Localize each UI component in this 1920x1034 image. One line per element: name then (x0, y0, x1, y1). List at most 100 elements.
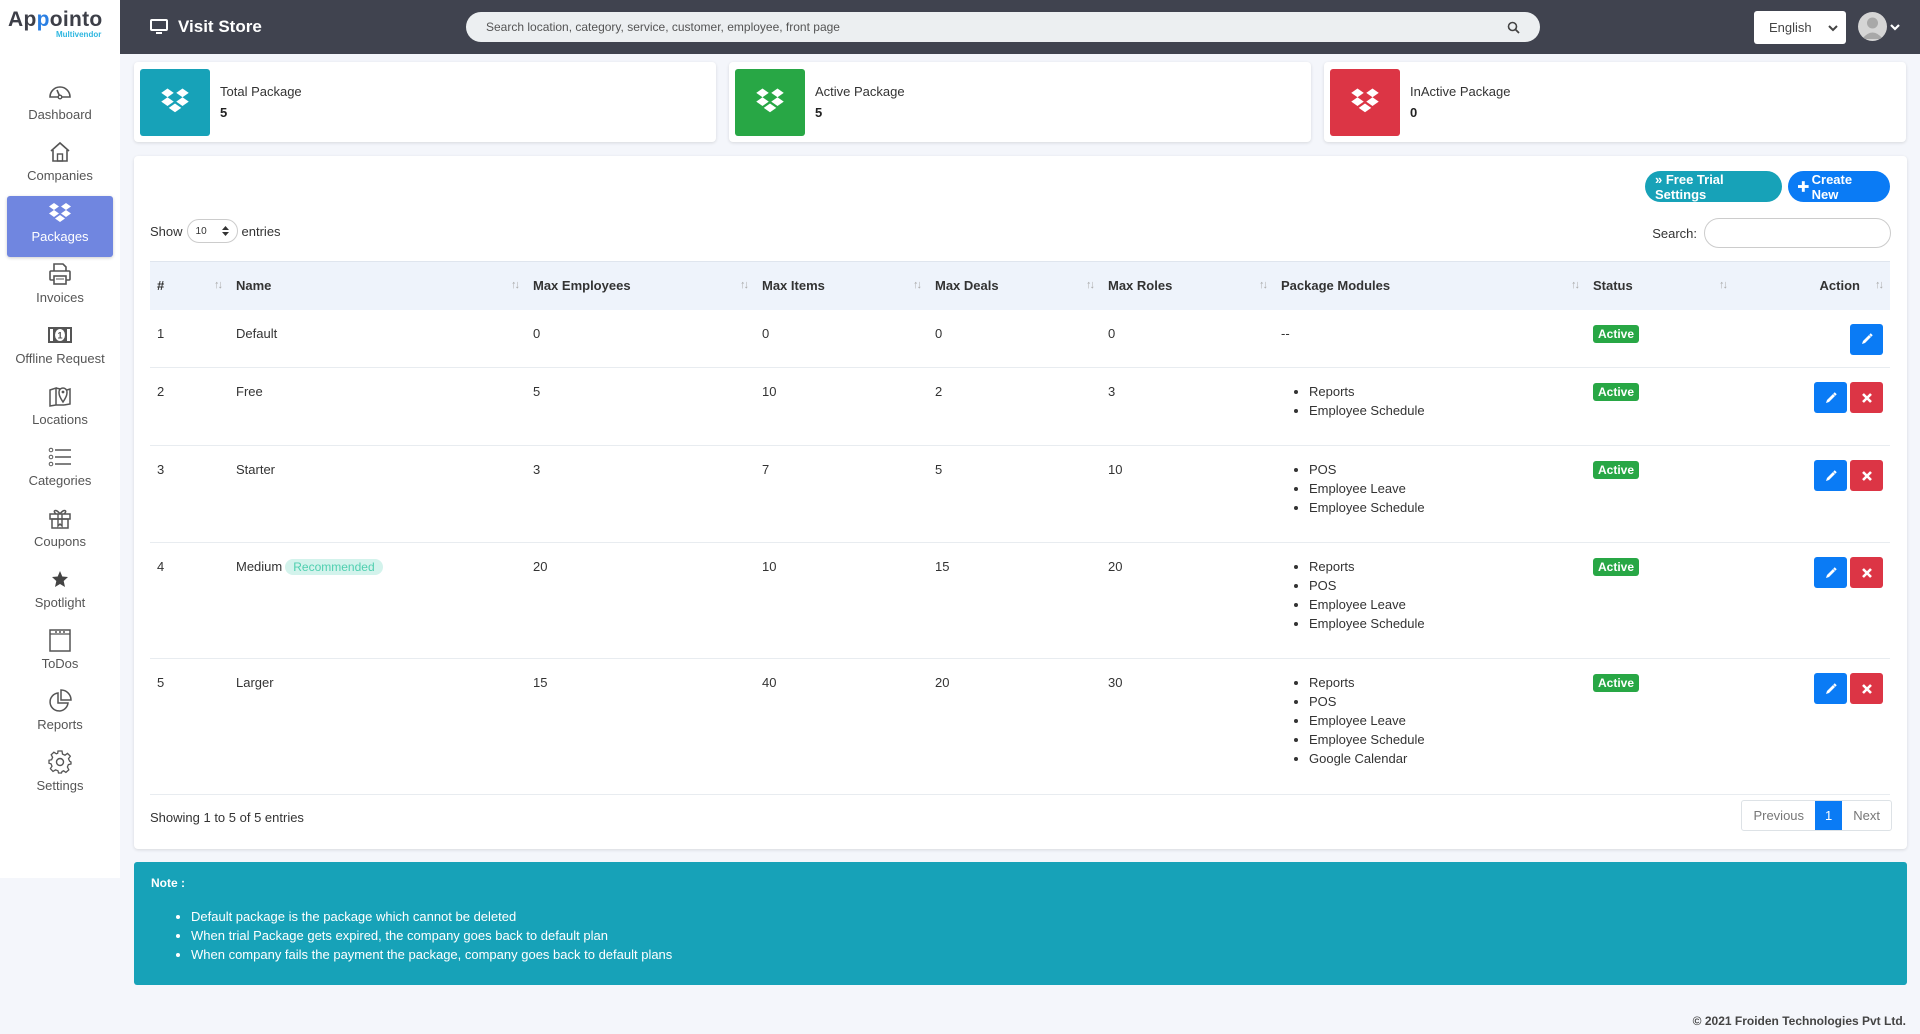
cell-actions (1734, 543, 1890, 659)
sidebar-item-settings[interactable]: Settings (7, 745, 113, 806)
column-header-label: Name (236, 278, 272, 294)
sort-arrows-icon: ↑↓ (1875, 279, 1884, 291)
visit-store-link[interactable]: Visit Store (150, 17, 262, 37)
column-header-label: Max Roles (1108, 278, 1173, 294)
cell-package-modules: ReportsPOSEmployee LeaveEmployee Schedul… (1274, 659, 1586, 795)
note-panel: Note : Default package is the package wh… (134, 862, 1907, 985)
entries-select[interactable]: 10 (186, 219, 238, 243)
total-package-card: Total Package 5 (134, 62, 716, 142)
cell-status: Active (1586, 543, 1734, 659)
note-list: Default package is the package which can… (151, 907, 1890, 964)
table-row: 3 Starter 3 7 5 10 POSEmployee LeaveEmployee S… (150, 446, 1890, 543)
package-name: Larger (236, 675, 274, 690)
column-header-name[interactable]: Name ↑↓ (229, 262, 526, 310)
cell-status: Active (1586, 368, 1734, 446)
pagination: Previous 1 Next (1741, 800, 1892, 831)
pagination-next[interactable]: Next (1842, 801, 1891, 830)
edit-button[interactable] (1814, 673, 1847, 704)
pagination-page-1[interactable]: 1 (1815, 801, 1843, 830)
edit-button[interactable] (1814, 557, 1847, 588)
logo-text-accent: p (36, 8, 50, 31)
column-header-label: Package Modules (1281, 278, 1391, 294)
sidebar-item-companies[interactable]: Companies (7, 135, 113, 196)
cell-max-employees: 20 (533, 559, 548, 574)
create-new-button[interactable]: Create New (1788, 171, 1890, 202)
cell-number: 3 (157, 462, 165, 477)
language-select[interactable]: English (1754, 11, 1846, 44)
column-header-max-deals[interactable]: Max Deals ↑↓ (928, 262, 1101, 310)
star-icon (47, 566, 73, 592)
sidebar-item-packages[interactable]: Packages (7, 196, 113, 257)
pencil-icon (1861, 333, 1873, 344)
cell-package-modules: -- (1274, 310, 1586, 368)
sidebar-item-categories[interactable]: Categories (7, 440, 113, 501)
cell-max-roles: 30 (1108, 675, 1123, 690)
sidebar-item-spotlight[interactable]: Spotlight (7, 562, 113, 623)
cell-actions (1734, 368, 1890, 446)
column-header-max-roles[interactable]: Max Roles ↑↓ (1101, 262, 1274, 310)
column-header-label: Max Deals (935, 278, 999, 294)
column-header-package-modules[interactable]: Package Modules ↑↓ (1274, 262, 1586, 310)
sidebar-item-reports[interactable]: Reports (7, 684, 113, 745)
pencil-icon (1825, 682, 1837, 694)
table-search-input[interactable] (1704, 218, 1891, 248)
sort-arrows-icon: ↑↓ (214, 279, 223, 291)
column-header-max-employees[interactable]: Max Employees ↑↓ (526, 262, 755, 310)
sidebar-item-offline-request[interactable]: 1 Offline Request (7, 318, 113, 379)
edit-button[interactable] (1814, 382, 1847, 413)
delete-button[interactable] (1850, 460, 1883, 491)
sort-arrows-icon: ↑↓ (1259, 279, 1268, 291)
package-module-item: Employee Leave (1309, 595, 1579, 614)
search-icon[interactable] (1507, 21, 1520, 34)
stat-value: 5 (815, 105, 823, 120)
column-header-number[interactable]: # ↑↓ (150, 262, 229, 310)
column-header-max-items[interactable]: Max Items ↑↓ (755, 262, 928, 310)
user-menu[interactable] (1858, 12, 1901, 41)
delete-button[interactable] (1850, 673, 1883, 704)
cell-actions (1734, 310, 1890, 368)
sidebar-item-todos[interactable]: ToDos (7, 623, 113, 684)
sort-updown-icon (221, 226, 229, 236)
global-search[interactable] (466, 12, 1540, 42)
sidebar-item-coupons[interactable]: Coupons (7, 501, 113, 562)
sidebar-item-locations[interactable]: Locations (7, 379, 113, 440)
edit-button[interactable] (1850, 323, 1883, 355)
delete-button[interactable] (1850, 382, 1883, 413)
sidebar-item-invoices[interactable]: Invoices (7, 257, 113, 318)
package-module-item: Employee Schedule (1309, 498, 1579, 517)
note-item: When trial Package gets expired, the com… (191, 926, 1890, 945)
column-header-label: Action (1819, 278, 1860, 294)
edit-button[interactable] (1814, 460, 1847, 491)
pagination-previous[interactable]: Previous (1742, 801, 1815, 830)
column-header-label: Max Employees (533, 278, 631, 294)
column-header-status[interactable]: Status ↑↓ (1586, 262, 1734, 310)
cell-name: Larger (229, 659, 526, 795)
close-icon (1861, 392, 1872, 403)
global-search-input[interactable] (486, 20, 1507, 34)
cell-max-deals: 20 (935, 675, 950, 690)
package-module-item: Employee Schedule (1309, 401, 1579, 420)
app-logo[interactable]: Appointo Multivendor (0, 0, 120, 54)
dropbox-icon (160, 87, 190, 118)
stat-label: Total Package (220, 84, 302, 99)
sidebar-item-label: Companies (27, 168, 93, 183)
free-trial-settings-button[interactable]: » Free Trial Settings (1645, 171, 1782, 202)
cell-max-roles: 3 (1108, 384, 1116, 399)
cell-max-items: 10 (762, 384, 777, 399)
delete-button[interactable] (1850, 557, 1883, 588)
recommended-badge: Recommended (285, 559, 383, 575)
sort-arrows-icon: ↑↓ (740, 279, 749, 291)
visit-store-label: Visit Store (178, 17, 262, 36)
sort-arrows-icon: ↑↓ (1571, 279, 1580, 291)
cell-actions (1734, 659, 1890, 795)
close-icon (1861, 470, 1872, 481)
package-module-item: Reports (1309, 673, 1579, 692)
table-row: 4MediumRecommended20101520ReportsPOSEmpl… (150, 543, 1890, 659)
cell-max-items: 40 (762, 675, 777, 690)
package-module-item: POS (1309, 576, 1579, 595)
sidebar-item-dashboard[interactable]: Dashboard (7, 74, 113, 135)
column-header-action[interactable]: Action ↑↓ (1734, 262, 1890, 310)
top-navbar: Visit Store English (120, 0, 1920, 54)
stat-label: InActive Package (1410, 84, 1511, 99)
list-icon (47, 444, 73, 470)
